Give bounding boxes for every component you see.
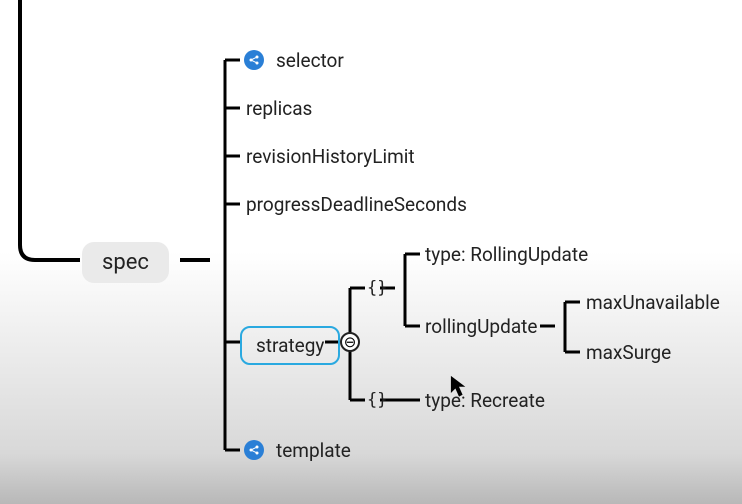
node-rolling-update[interactable]: rollingUpdate (425, 315, 537, 338)
node-revision-history-limit[interactable]: revisionHistoryLimit (246, 145, 415, 168)
one-of-glyph: ⊖ (344, 335, 357, 350)
node-type-rollingupdate[interactable]: type: RollingUpdate (425, 243, 588, 266)
node-strategy[interactable]: strategy (240, 326, 340, 365)
node-max-surge[interactable]: maxSurge (586, 341, 671, 364)
object-bracket: {} (367, 278, 387, 298)
node-label: strategy (256, 334, 324, 357)
node-selector[interactable]: selector (276, 49, 344, 72)
node-type-recreate[interactable]: type: Recreate (425, 389, 545, 412)
node-label: spec (102, 250, 149, 275)
node-progress-deadline-seconds[interactable]: progressDeadlineSeconds (246, 193, 467, 216)
cursor-icon (450, 375, 468, 399)
node-spec[interactable]: spec (82, 242, 169, 283)
one-of-icon[interactable]: ⊖ (340, 332, 360, 352)
share-icon (244, 50, 264, 70)
node-template[interactable]: template (276, 439, 351, 462)
object-bracket: {} (367, 390, 387, 410)
node-max-unavailable[interactable]: maxUnavailable (586, 291, 720, 314)
share-icon (244, 440, 264, 460)
node-replicas[interactable]: replicas (246, 97, 312, 120)
